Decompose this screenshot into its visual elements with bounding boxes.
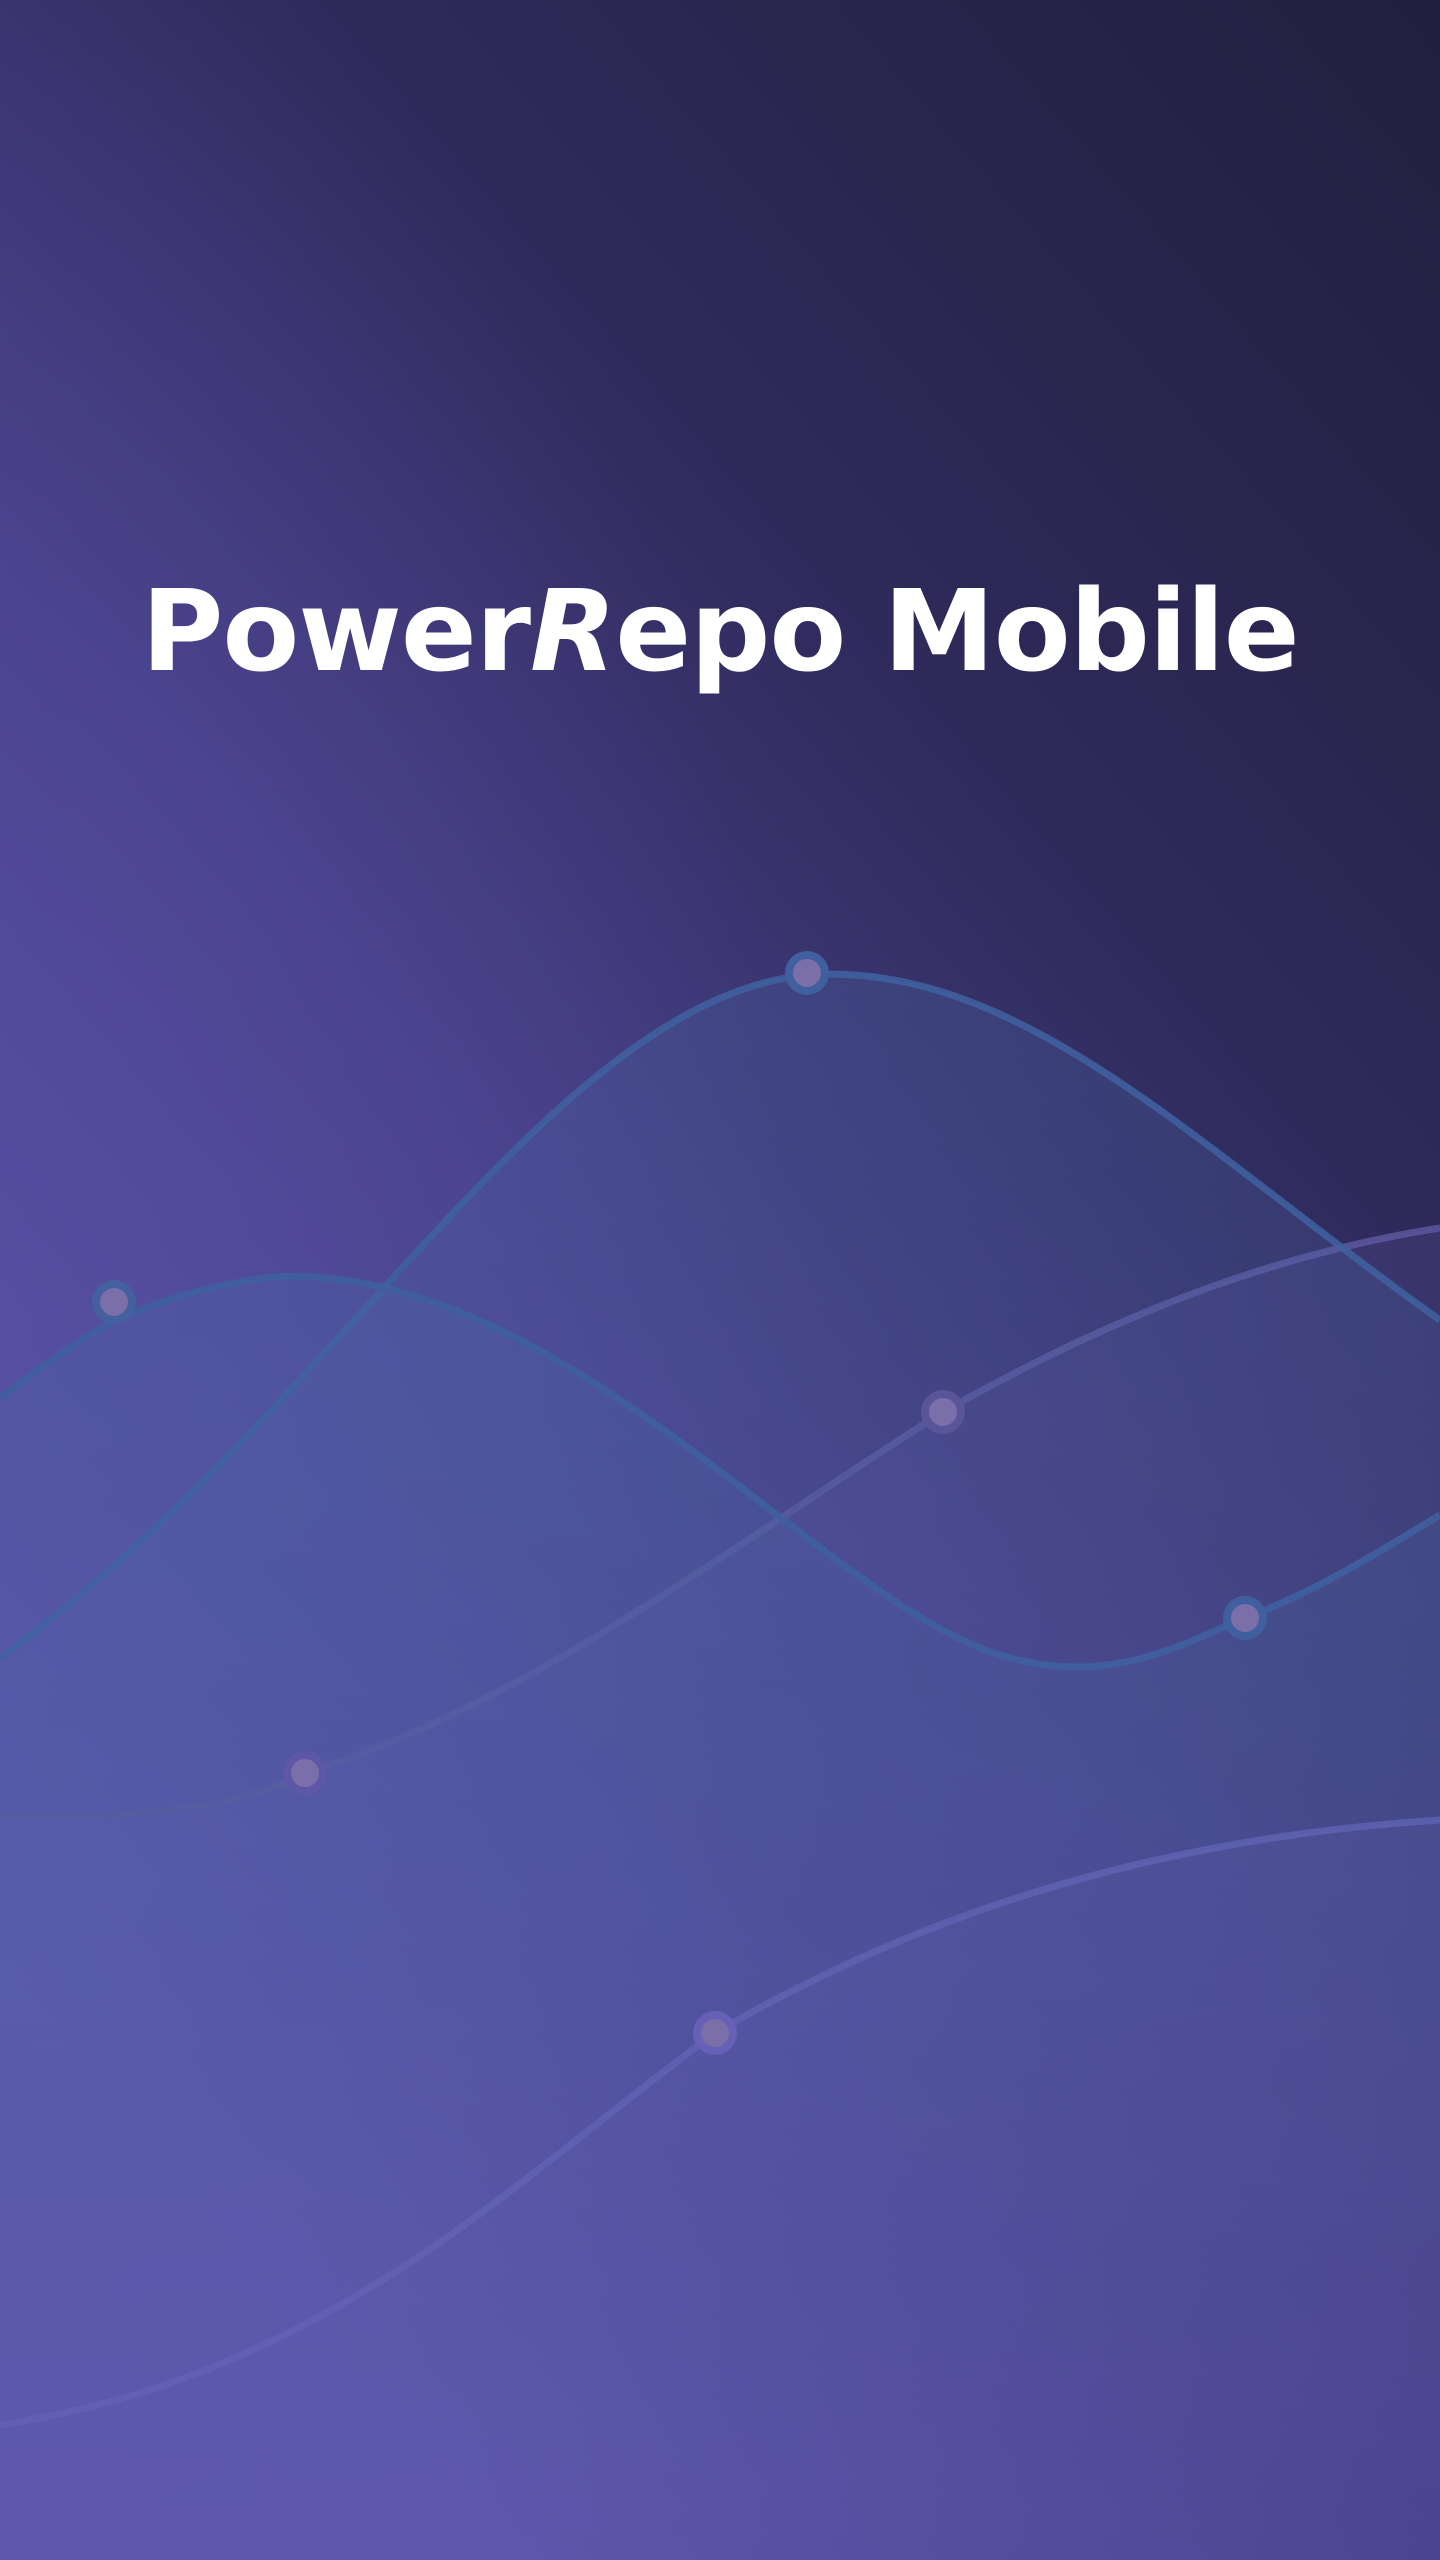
- marker-bottom: [693, 2011, 737, 2055]
- wave-graphic: [0, 951, 1440, 2560]
- app-title: PowerRepo Mobile: [0, 565, 1440, 699]
- app-title-part-2: R: [530, 567, 616, 698]
- marker-middle: [921, 1390, 965, 1434]
- splash-screen: PowerRepo Mobile: [0, 0, 1440, 2560]
- marker-peak: [785, 951, 829, 995]
- app-title-part-1: Power: [141, 567, 531, 698]
- marker-left-low: [283, 1751, 327, 1795]
- marker-right-trough: [1223, 1596, 1267, 1640]
- marker-left-hump: [92, 1280, 136, 1324]
- app-title-part-3: epo Mobile: [615, 567, 1299, 698]
